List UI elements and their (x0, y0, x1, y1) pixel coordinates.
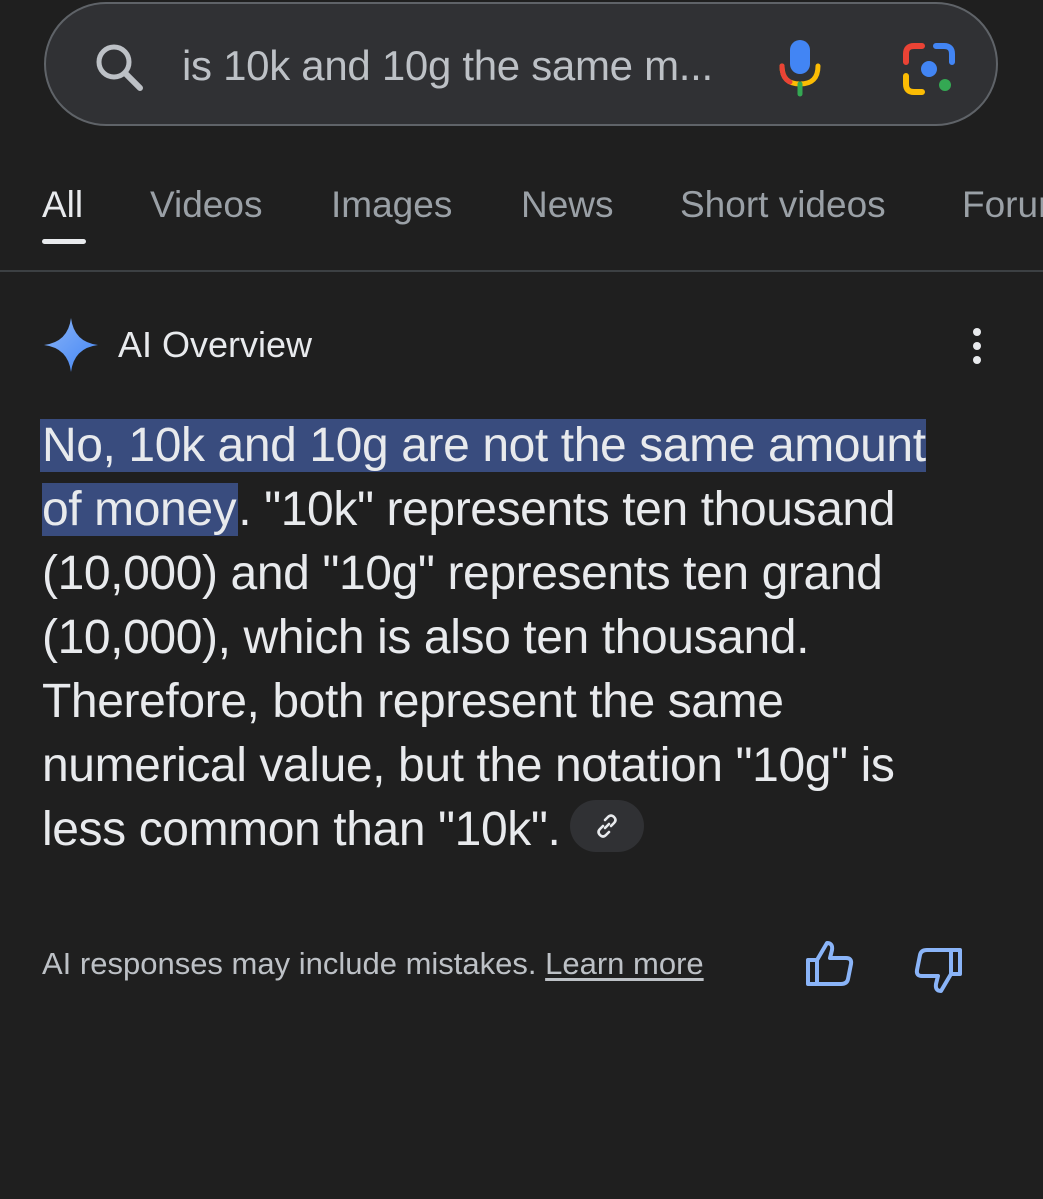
disclaimer-text: AI responses may include mistakes. (42, 946, 537, 981)
tab-images[interactable]: Images (331, 184, 452, 226)
ai-overview-answer: No, 10k and 10g are not the same amount … (40, 414, 972, 862)
tab-videos[interactable]: Videos (150, 184, 262, 226)
microphone-icon[interactable] (776, 38, 824, 98)
more-options-icon[interactable] (962, 326, 992, 366)
search-bar[interactable]: is 10k and 10g the same m... (44, 2, 998, 126)
ai-overview-title: AI Overview (118, 324, 313, 365)
thumbs-down-icon[interactable] (912, 944, 964, 996)
search-input[interactable]: is 10k and 10g the same m... (182, 42, 713, 90)
answer-body: . "10k" represents ten thousand (10,000)… (42, 483, 896, 856)
active-tab-indicator (42, 239, 86, 244)
search-tabs: All Videos Images News Short videos Foru… (0, 180, 1043, 272)
ai-disclaimer: AI responses may include mistakes. Learn… (42, 946, 704, 982)
link-icon (597, 814, 618, 839)
search-icon (92, 40, 148, 96)
tab-all[interactable]: All (42, 184, 83, 226)
source-link-button[interactable] (570, 800, 645, 853)
learn-more-link[interactable]: Learn more (545, 946, 704, 981)
tab-short-videos[interactable]: Short videos (680, 184, 886, 226)
google-lens-icon[interactable] (902, 42, 956, 96)
tab-news[interactable]: News (521, 184, 614, 226)
sparkle-icon (42, 316, 100, 374)
tab-forums[interactable]: Forums (962, 184, 1043, 226)
thumbs-up-icon[interactable] (804, 938, 856, 990)
